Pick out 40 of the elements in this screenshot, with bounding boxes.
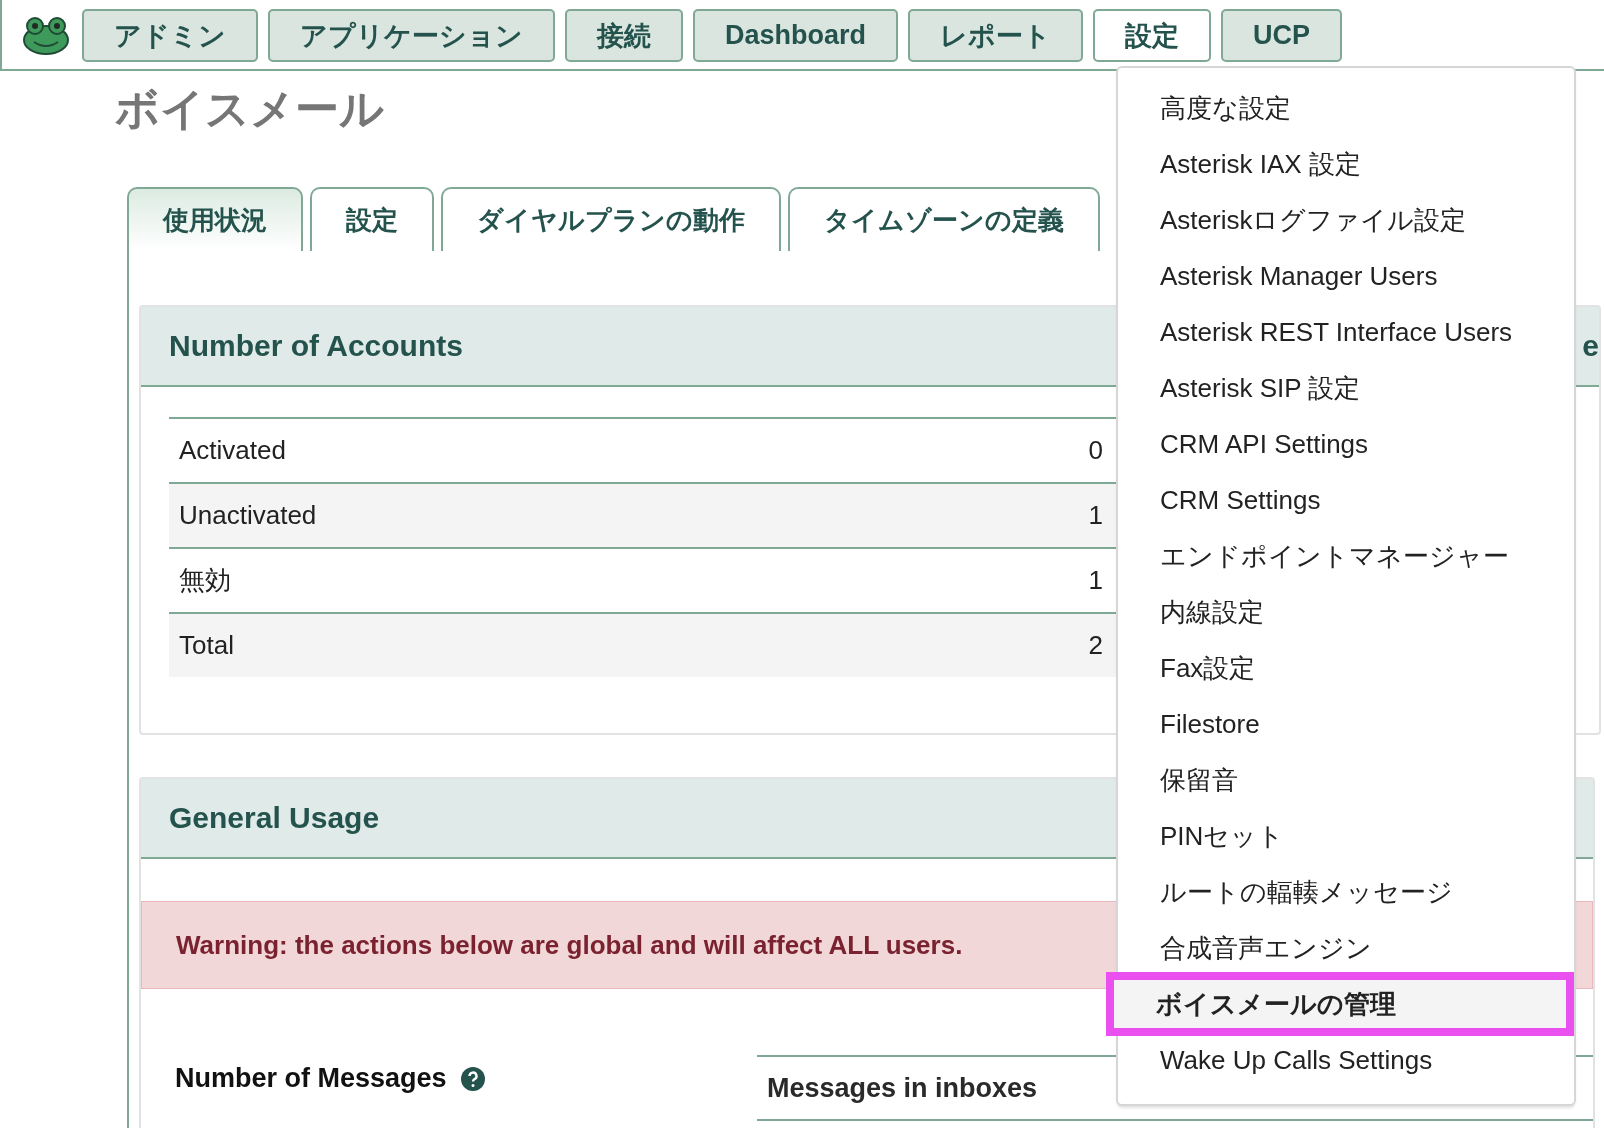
menu-item[interactable]: エンドポイントマネージャー [1118, 528, 1574, 584]
menu-item[interactable]: CRM Settings [1118, 472, 1574, 528]
panel-title: Number of Accounts [169, 329, 463, 363]
tab[interactable]: 設定 [310, 187, 434, 251]
menu-item[interactable]: Asterisk REST Interface Users [1118, 304, 1574, 360]
nav-button[interactable]: アプリケーション [268, 9, 555, 62]
menu-item[interactable]: Fax設定 [1118, 640, 1574, 696]
menu-item[interactable]: PINセット [1118, 808, 1574, 864]
nav-button[interactable]: 接続 [565, 9, 683, 62]
menu-item[interactable]: Filestore [1118, 696, 1574, 752]
help-icon[interactable] [460, 1066, 485, 1091]
panel-title: General Usage [169, 801, 380, 835]
table-cell: Unactivated [179, 500, 317, 531]
menu-item[interactable]: Asterisk SIP 設定 [1118, 360, 1574, 416]
tab[interactable]: タイムゾーンの定義 [788, 187, 1100, 251]
nav-button[interactable]: レポート [908, 9, 1084, 62]
menu-item[interactable]: 保留音 [1118, 752, 1574, 808]
panel-title: e [1582, 329, 1599, 363]
menu-item[interactable]: 内線設定 [1118, 584, 1574, 640]
table-cell: 1 [1088, 500, 1103, 531]
menu-item[interactable]: CRM API Settings [1118, 416, 1574, 472]
field-label: Number of Messages [175, 1063, 447, 1094]
menu-item[interactable]: Asteriskログファイル設定 [1118, 192, 1574, 248]
menu-item[interactable]: Asterisk Manager Users [1118, 248, 1574, 304]
table-cell: 2 [1088, 630, 1103, 661]
nav-button[interactable]: 設定 [1093, 9, 1212, 62]
tab[interactable]: ダイヤルプランの動作 [441, 187, 781, 251]
nav-button[interactable]: UCP [1221, 9, 1343, 62]
nav-button[interactable]: アドミン [82, 9, 258, 62]
menu-item[interactable]: 高度な設定 [1118, 80, 1574, 136]
table-cell: Total [179, 630, 234, 661]
page-title: ボイスメール [115, 83, 384, 135]
table-cell-text: 無効 [179, 564, 231, 597]
tab[interactable]: 使用状況 [127, 187, 303, 251]
menu-item[interactable]: Asterisk IAX 設定 [1118, 136, 1574, 192]
table-cell: 1 [1088, 565, 1103, 596]
table-cell: Activated [179, 435, 286, 466]
table-cell: 0 [1088, 435, 1103, 466]
menu-item[interactable]: ルートの輻輳メッセージ [1118, 864, 1574, 920]
nav-button[interactable]: Dashboard [693, 9, 899, 62]
